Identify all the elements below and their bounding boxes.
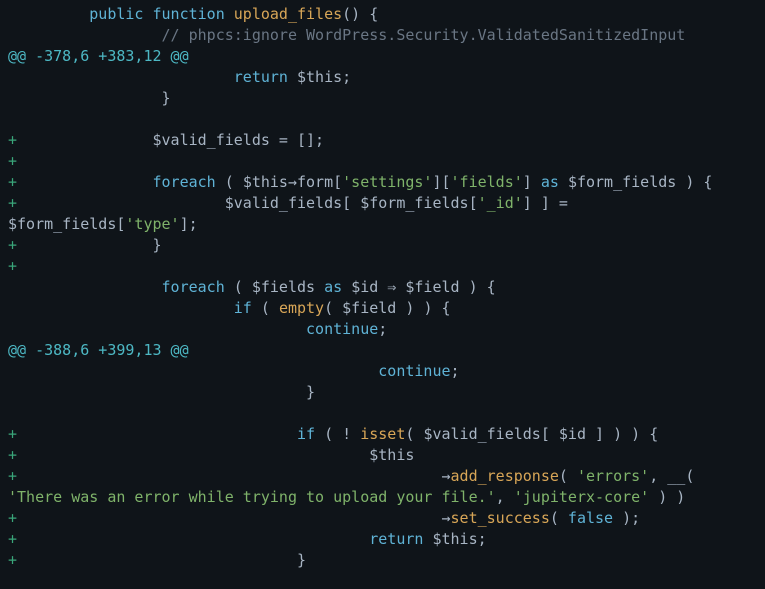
add-marker: + [8,425,17,443]
add-marker: + [8,551,17,569]
diff-line: + $valid_fields[ $form_fields['_id'] ] =… [0,193,765,235]
add-marker: + [8,236,17,254]
diff-line: continue; [0,361,765,382]
diff-line: + } [0,550,765,571]
diff-line [0,109,765,130]
add-marker: + [8,131,17,149]
diff-line [0,403,765,424]
diff-line: + foreach ( $this→form['settings']['fiel… [0,172,765,193]
diff-line: public function upload_files() { [0,4,765,25]
diff-line: } [0,382,765,403]
diff-line: + →add_response( 'errors', __( 'There wa… [0,466,765,508]
diff-line: + [0,151,765,172]
add-marker: + [8,530,17,548]
add-marker: + [8,194,17,212]
add-marker: + [8,152,17,170]
diff-line: } [0,88,765,109]
diff-code-block: public function upload_files() { // phpc… [0,4,765,571]
diff-line: return $this; [0,67,765,88]
diff-line: + [0,256,765,277]
diff-line: + } [0,235,765,256]
diff-line: + $valid_fields = []; [0,130,765,151]
hunk-header: @@ -388,6 +399,13 @@ [8,341,189,359]
diff-line: // phpcs:ignore WordPress.Security.Valid… [0,25,765,46]
add-marker: + [8,446,17,464]
add-marker: + [8,173,17,191]
add-marker: + [8,509,17,527]
diff-line: + $this [0,445,765,466]
diff-line: continue; [0,319,765,340]
diff-line: @@ -378,6 +383,12 @@ [0,46,765,67]
diff-line: if ( empty( $field ) ) { [0,298,765,319]
diff-line: + return $this; [0,529,765,550]
diff-line: + →set_success( false ); [0,508,765,529]
diff-line: @@ -388,6 +399,13 @@ [0,340,765,361]
hunk-header: @@ -378,6 +383,12 @@ [8,47,189,65]
diff-line: + if ( ! isset( $valid_fields[ $id ] ) )… [0,424,765,445]
add-marker: + [8,257,17,275]
diff-line: foreach ( $fields as $id ⇒ $field ) { [0,277,765,298]
add-marker: + [8,467,17,485]
